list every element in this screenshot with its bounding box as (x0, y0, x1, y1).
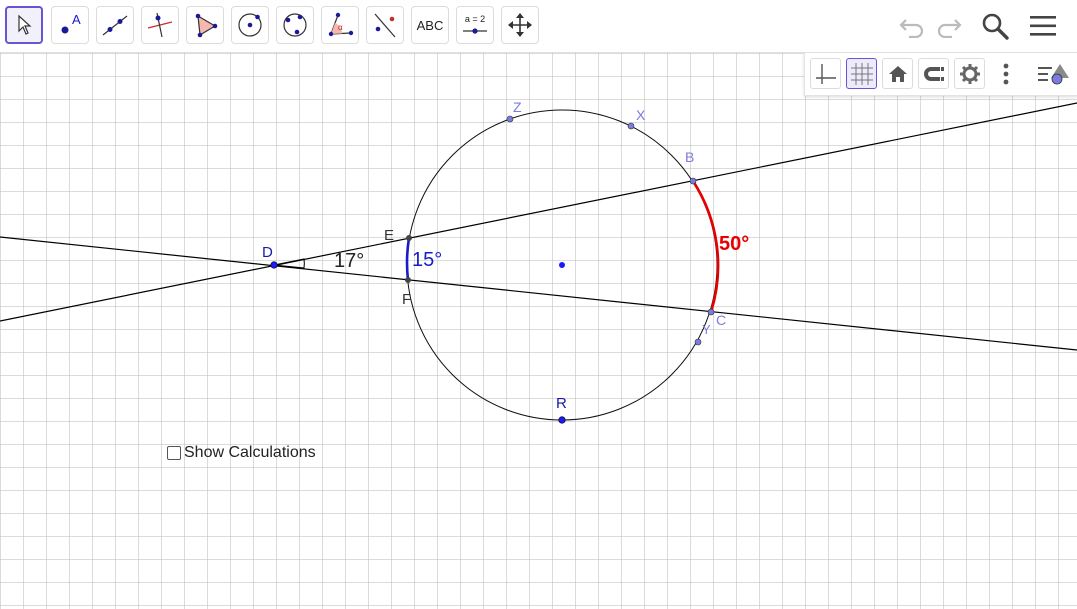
polygon-icon (195, 13, 218, 38)
label-c: C (716, 312, 726, 328)
line-through-two-points-icon (102, 15, 128, 36)
search-icon (982, 13, 1009, 40)
reflect-tool[interactable] (366, 6, 404, 44)
label-e: E (384, 227, 394, 244)
graphics-view[interactable]: D E F B C Z X Y R 17° 15° 50° (0, 53, 1077, 609)
arc-label-bc: 50° (719, 233, 749, 255)
toggle-grid-button[interactable] (846, 58, 877, 89)
label-x: X (636, 107, 646, 123)
line-db[interactable] (0, 102, 1077, 322)
minor-arc-ef[interactable] (405, 237, 411, 281)
toggle-axes-button[interactable] (810, 58, 841, 89)
point-capturing-icon (923, 66, 944, 81)
point-icon: A (61, 12, 81, 34)
line-dc[interactable] (0, 236, 1077, 351)
perpendicular-line-tool[interactable] (141, 6, 179, 44)
polygon-tool[interactable] (186, 6, 224, 44)
perpendicular-line-icon (147, 12, 173, 38)
circle-center-point-icon (238, 13, 262, 37)
axes-icon (815, 63, 836, 84)
svg-text:A: A (72, 12, 81, 27)
home-icon (888, 65, 907, 82)
more-vertical-icon (1003, 63, 1008, 84)
settings-icon (959, 63, 980, 84)
slider-icon: a = 2 (463, 14, 487, 34)
construction-canvas: D E F B C Z X Y R 17° 15° 50° (0, 99, 1077, 424)
move-graphics-view-tool[interactable] (501, 6, 539, 44)
circle-center[interactable] (559, 262, 565, 268)
move-tool[interactable] (5, 6, 43, 44)
point-d[interactable] (270, 261, 278, 269)
toolbar: A α ABC a = 2 (0, 0, 1077, 53)
checkbox-label: Show Calculations (184, 444, 316, 461)
label-y: Y (702, 322, 711, 337)
label-r: R (556, 395, 567, 412)
point-tool[interactable]: A (51, 6, 89, 44)
style-bar (804, 53, 1077, 96)
style-bar-toggle-button[interactable] (1034, 58, 1074, 89)
arrow-cursor-icon (18, 14, 32, 35)
circle-center-point-tool[interactable] (231, 6, 269, 44)
label-z: Z (513, 99, 522, 115)
show-calculations-checkbox[interactable]: Show Calculations (167, 444, 316, 462)
angle-icon: α (328, 12, 354, 37)
point-capturing-button[interactable] (918, 58, 949, 89)
redo-icon (937, 19, 962, 38)
checkbox-box[interactable] (167, 446, 181, 460)
point-e[interactable] (406, 235, 412, 241)
menu-icon (1030, 16, 1056, 36)
text-icon: ABC (416, 17, 444, 33)
label-b: B (685, 149, 694, 165)
search-button[interactable] (977, 8, 1013, 44)
redo-button[interactable] (931, 8, 967, 44)
menu-button[interactable] (1025, 8, 1061, 44)
point-f[interactable] (405, 277, 411, 283)
circle-three-points-tool[interactable] (276, 6, 314, 44)
point-z[interactable] (506, 115, 514, 123)
reflect-about-line-icon (374, 13, 396, 38)
point-x[interactable] (627, 122, 635, 130)
standard-view-button[interactable] (882, 58, 913, 89)
label-d: D (262, 244, 273, 261)
move-arrows-icon (508, 13, 532, 37)
point-b[interactable] (689, 177, 697, 185)
point-r[interactable] (558, 416, 566, 424)
grid-icon (850, 62, 873, 85)
slider-tool[interactable]: a = 2 (456, 6, 494, 44)
angle-tool[interactable]: α (321, 6, 359, 44)
arc-label-ef: 15° (412, 249, 442, 271)
more-options-button[interactable] (990, 58, 1021, 89)
svg-text:α: α (338, 23, 343, 32)
point-y[interactable] (694, 338, 702, 346)
point-c[interactable] (707, 308, 715, 316)
line-tool[interactable] (96, 6, 134, 44)
style-bar-toggle-icon (1038, 63, 1069, 84)
angle-label-d: 17° (334, 250, 364, 272)
undo-icon (899, 19, 924, 38)
text-tool[interactable]: ABC (411, 6, 449, 44)
label-f: F (402, 291, 411, 308)
undo-button[interactable] (894, 8, 930, 44)
svg-text:a = 2: a = 2 (465, 14, 485, 24)
circle-three-points-icon (283, 13, 307, 37)
settings-button[interactable] (954, 58, 985, 89)
